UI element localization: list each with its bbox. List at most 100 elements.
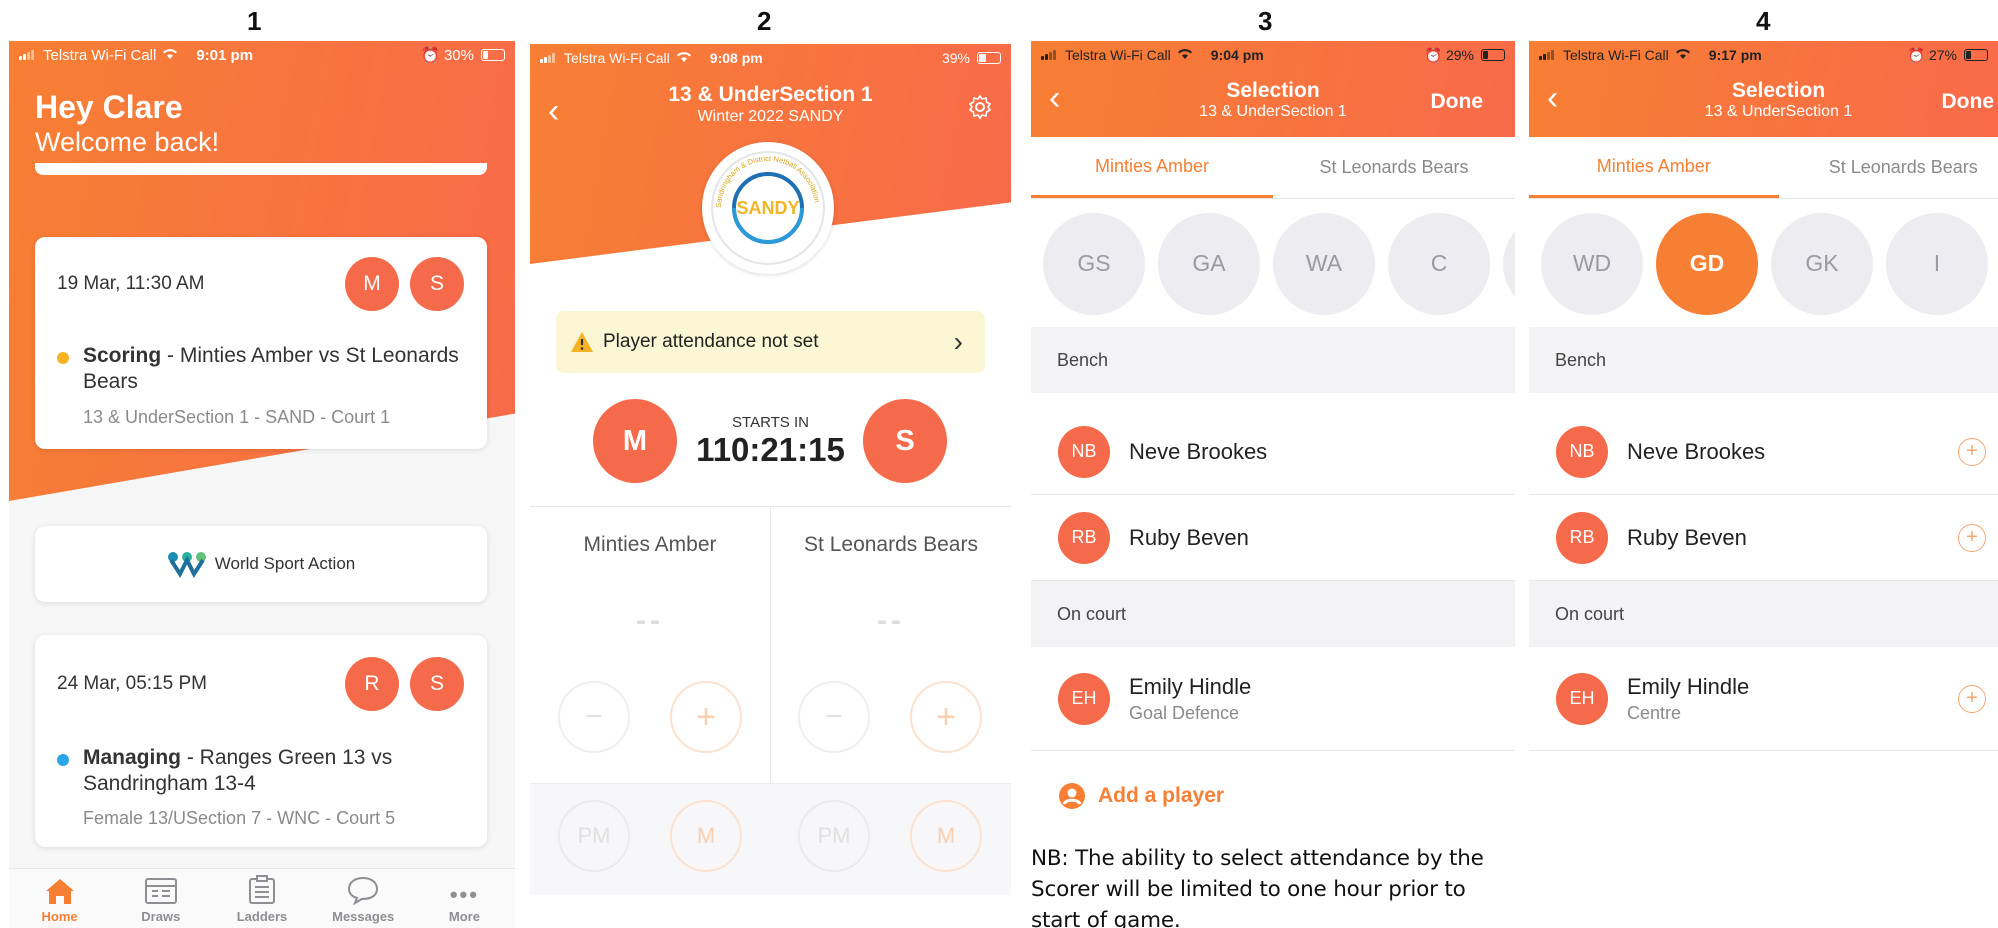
greeting-title: Hey Clare — [35, 89, 183, 125]
tab-st-leonards-bears[interactable]: St Leonards Bears — [1779, 137, 1998, 198]
attendance-note: NB: The ability to select attendance by … — [1031, 846, 1484, 928]
status-bar: Telstra Wi-Fi Call 9:17 pm ⏰ 27% — [1529, 41, 1998, 69]
match-section-title: 13 & UnderSection 1 — [668, 83, 873, 106]
draws-icon — [144, 878, 177, 904]
m-button-right[interactable]: M — [910, 800, 982, 872]
battery-percent: 39% — [941, 50, 970, 66]
tab-minties-amber[interactable]: Minties Amber — [1031, 137, 1273, 198]
starts-in-label: STARTS IN — [732, 414, 809, 431]
pm-button-right[interactable]: PM — [798, 800, 870, 872]
attendance-warning-banner[interactable]: Player attendance not set › — [556, 311, 985, 373]
tab-more[interactable]: ••• More — [414, 869, 515, 928]
position-gs[interactable]: GS — [1043, 212, 1145, 315]
status-time: 9:01 pm — [196, 46, 254, 64]
position-ga[interactable]: GA — [1158, 212, 1260, 315]
chevron-right-icon: › — [953, 326, 963, 357]
match-detail: 13 & UnderSection 1 - SAND - Court 1 — [83, 407, 391, 427]
wifi-icon — [676, 50, 692, 66]
settings-gear-icon[interactable] — [967, 94, 993, 120]
battery-icon — [481, 49, 505, 61]
panel-number-2: 2 — [757, 6, 772, 36]
messages-icon — [348, 876, 379, 905]
status-time: 9:04 pm — [1210, 47, 1264, 63]
tab-draws[interactable]: Draws — [110, 869, 211, 928]
screen-selection-minties: Telstra Wi-Fi Call 9:04 pm ⏰ 29% ‹ Select… — [1031, 41, 1515, 928]
player-row[interactable]: RB Ruby Beven + — [1529, 495, 1998, 581]
position-i[interactable]: I — [1886, 212, 1988, 315]
match-date: 24 Mar, 05:15 PM — [57, 673, 207, 694]
player-name: Ruby Beven — [1129, 524, 1249, 550]
attendance-warning-text: Player attendance not set — [603, 331, 819, 352]
battery-icon — [977, 52, 1001, 64]
umpire-badge-r: R — [345, 657, 399, 711]
more-icon: ••• — [449, 882, 479, 907]
add-to-position-icon[interactable]: + — [1958, 523, 1986, 552]
player-row[interactable]: NB Neve Brookes + — [1529, 409, 1998, 495]
oncourt-section-header: On court — [1529, 581, 1998, 647]
panel-number-4: 4 — [1756, 6, 1771, 36]
alarm-icon: ⏰ — [1907, 46, 1925, 63]
status-bar: Telstra Wi-Fi Call 9:04 pm ⏰ 29% — [1031, 41, 1515, 69]
add-player-button[interactable]: Add a player — [1058, 782, 1224, 810]
add-player-label: Add a player — [1098, 784, 1225, 807]
minus-button-right[interactable]: − — [798, 681, 870, 753]
position-selector: GS GA WA C — [1031, 200, 1515, 327]
player-row[interactable]: RB Ruby Beven — [1031, 495, 1515, 581]
match-card-managing[interactable]: 24 Mar, 05:15 PM R S Managing - Ranges G… — [35, 635, 487, 847]
tab-home[interactable]: Home — [9, 869, 110, 928]
sponsor-banner[interactable]: World Sport Action — [35, 526, 487, 602]
team-segmented-control: Minties Amber St Leonards Bears — [1031, 137, 1515, 199]
warning-triangle-icon — [571, 332, 593, 352]
team-segmented-control: Minties Amber St Leonards Bears — [1529, 137, 1998, 199]
match-card-scoring[interactable]: 19 Mar, 11:30 AM M S Scoring - Minties A… — [35, 237, 487, 449]
wifi-icon — [1177, 47, 1193, 63]
player-position: Centre — [1627, 702, 1682, 723]
battery-percent: 27% — [1928, 47, 1957, 63]
wifi-icon — [1675, 47, 1691, 63]
battery-icon — [1481, 49, 1505, 61]
signal-icon — [540, 53, 558, 63]
add-to-position-icon[interactable]: + — [1958, 684, 1986, 713]
screen-selection-gd: Telstra Wi-Fi Call 9:17 pm ⏰ 27% ‹ Select… — [1529, 41, 1998, 928]
player-avatar: EH — [1556, 672, 1608, 725]
status-dot-yellow — [57, 352, 69, 364]
player-avatar: EH — [1058, 672, 1110, 725]
position-gk[interactable]: GK — [1771, 212, 1873, 315]
player-name: Emily Hindle — [1129, 673, 1252, 699]
player-row[interactable]: NB Neve Brookes — [1031, 409, 1515, 495]
minus-button-left[interactable]: − — [558, 681, 630, 753]
tab-ladders[interactable]: Ladders — [211, 869, 312, 928]
player-name: Neve Brookes — [1627, 438, 1766, 464]
done-button[interactable]: Done — [1942, 90, 1995, 114]
battery-icon — [1964, 49, 1988, 61]
player-row[interactable]: EH Emily Hindle Centre + — [1529, 647, 1998, 751]
battery-percent: 30% — [443, 46, 474, 64]
done-button[interactable]: Done — [1431, 90, 1484, 114]
welcome-text: Welcome back! — [35, 127, 220, 157]
position-c[interactable]: C — [1388, 212, 1490, 315]
tab-st-leonards-bears[interactable]: St Leonards Bears — [1273, 137, 1515, 198]
association-logo: Sandringham & District Netball Associati… — [702, 142, 834, 274]
carrier-label: Telstra Wi-Fi Call — [1563, 47, 1669, 63]
team-name-right: St Leonards Bears — [804, 533, 978, 556]
tab-messages[interactable]: Messages — [313, 869, 414, 928]
player-avatar: RB — [1556, 511, 1608, 564]
position-next[interactable] — [1503, 212, 1515, 315]
plus-button-left[interactable]: + — [670, 681, 742, 753]
player-avatar: NB — [1556, 425, 1608, 478]
tab-minties-amber[interactable]: Minties Amber — [1529, 137, 1779, 198]
position-wd[interactable]: WD — [1541, 212, 1643, 315]
world-sport-action-logo-icon — [167, 552, 206, 578]
player-row[interactable]: EH Emily Hindle Goal Defence — [1031, 647, 1515, 751]
score-right: -- — [877, 604, 905, 637]
pm-button-left[interactable]: PM — [558, 800, 630, 872]
logo-text: SANDY — [736, 198, 799, 218]
umpire-badge-m: M — [345, 257, 399, 311]
screen-match-detail: Telstra Wi-Fi Call 9:08 pm 39% ‹ 13 & Un… — [530, 44, 1011, 899]
plus-button-right[interactable]: + — [910, 681, 982, 753]
add-to-position-icon[interactable]: + — [1958, 437, 1986, 466]
position-gd[interactable]: GD — [1656, 212, 1758, 315]
player-position: Goal Defence — [1129, 702, 1240, 723]
m-button-left[interactable]: M — [670, 800, 742, 872]
position-wa[interactable]: WA — [1273, 212, 1375, 315]
